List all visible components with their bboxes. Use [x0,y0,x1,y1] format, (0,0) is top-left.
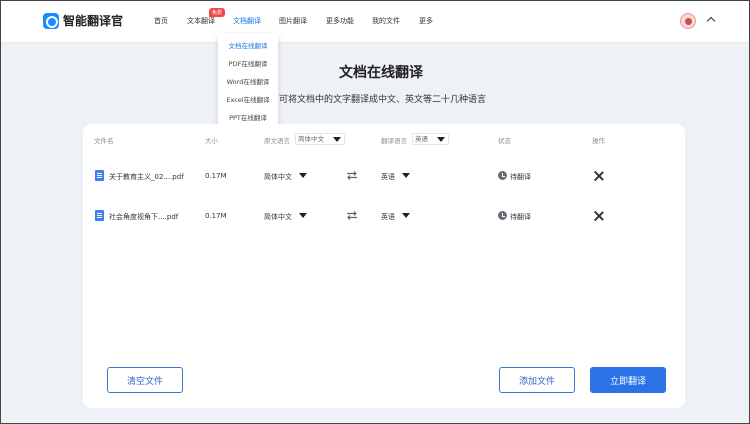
header-actions: 操作 [592,137,605,145]
dropdown-item-document[interactable]: 文档在线翻译 [218,40,278,50]
chevron-down-icon [333,137,341,142]
source-language-cell[interactable]: 简体中文 [264,172,292,182]
file-name: 关于教育主义_02....pdf [109,173,184,181]
nav-text-translate[interactable]: 文本翻译 [187,16,215,26]
nav-my-files[interactable]: 我的文件 [372,16,400,26]
nav-more[interactable]: 更多 [419,16,433,26]
status-text: 待翻译 [510,173,531,181]
nav-document-translate[interactable]: 文档翻译 [233,16,261,26]
user-avatar[interactable] [680,13,696,29]
nav-home[interactable]: 首页 [154,16,168,26]
chevron-down-icon[interactable] [299,213,307,218]
nav-more-features[interactable]: 更多功能 [326,16,354,26]
clock-icon [498,171,507,180]
source-language-cell[interactable]: 简体中文 [264,212,292,222]
logo-text: 智能翻译官 [63,14,124,28]
swap-languages-icon[interactable] [346,171,358,180]
file-document-icon [95,210,104,221]
clock-icon [498,211,507,220]
source-language-select-value: 简体中文 [298,135,324,143]
dropdown-item-pdf[interactable]: PDF在线翻译 [218,58,278,68]
header-target-language: 翻译语言 [381,137,407,145]
page-title: 文档在线翻译 [339,65,423,81]
dropdown-item-ppt[interactable]: PPT在线翻译 [218,112,278,122]
dropdown-item-excel[interactable]: Excel在线翻译 [218,94,278,104]
chevron-down-icon [437,137,445,142]
swap-languages-icon[interactable] [346,211,358,220]
target-language-select-value: 英语 [415,135,428,143]
header-size: 大小 [205,137,218,145]
target-language-select[interactable]: 英语 [412,133,449,145]
file-list-card [83,124,685,408]
translate-now-button[interactable]: 立即翻译 [590,367,666,393]
header-file-name: 文件名 [94,137,114,145]
logo-icon [43,12,59,29]
file-size: 0.17M [205,172,227,180]
top-navigation-bar: 智能翻译官 首页 文本翻译 免费 文档翻译 图片翻译 更多功能 我的文件 更多 [1,1,749,43]
header-status: 状态 [498,137,511,145]
free-badge: 免费 [209,8,226,17]
file-size: 0.17M [205,212,227,220]
document-translate-dropdown: 文档在线翻译 PDF在线翻译 Word在线翻译 Excel在线翻译 PPT在线翻… [218,33,278,126]
add-file-button[interactable]: 添加文件 [499,367,575,393]
file-name: 社会角度视角下....pdf [109,213,179,221]
target-language-cell[interactable]: 英语 [381,212,395,222]
source-language-select[interactable]: 简体中文 [295,133,345,145]
chevron-down-icon[interactable] [402,173,410,178]
header-source-language: 原文语言 [264,137,290,145]
chevron-down-icon[interactable] [402,213,410,218]
page-subtitle: 可将文档中的文字翻译成中文、英文等二十几种语言 [279,95,487,105]
file-document-icon [95,170,104,181]
logo[interactable]: 智能翻译官 [43,12,123,29]
status-text: 待翻译 [510,213,531,221]
chevron-down-icon[interactable] [299,173,307,178]
target-language-cell[interactable]: 英语 [381,172,395,182]
nav-image-translate[interactable]: 图片翻译 [279,16,307,26]
delete-file-icon[interactable] [594,171,604,181]
dropdown-item-word[interactable]: Word在线翻译 [218,76,278,86]
chevron-up-icon[interactable] [706,16,716,26]
delete-file-icon[interactable] [594,211,604,221]
clear-files-button[interactable]: 清空文件 [107,367,183,393]
